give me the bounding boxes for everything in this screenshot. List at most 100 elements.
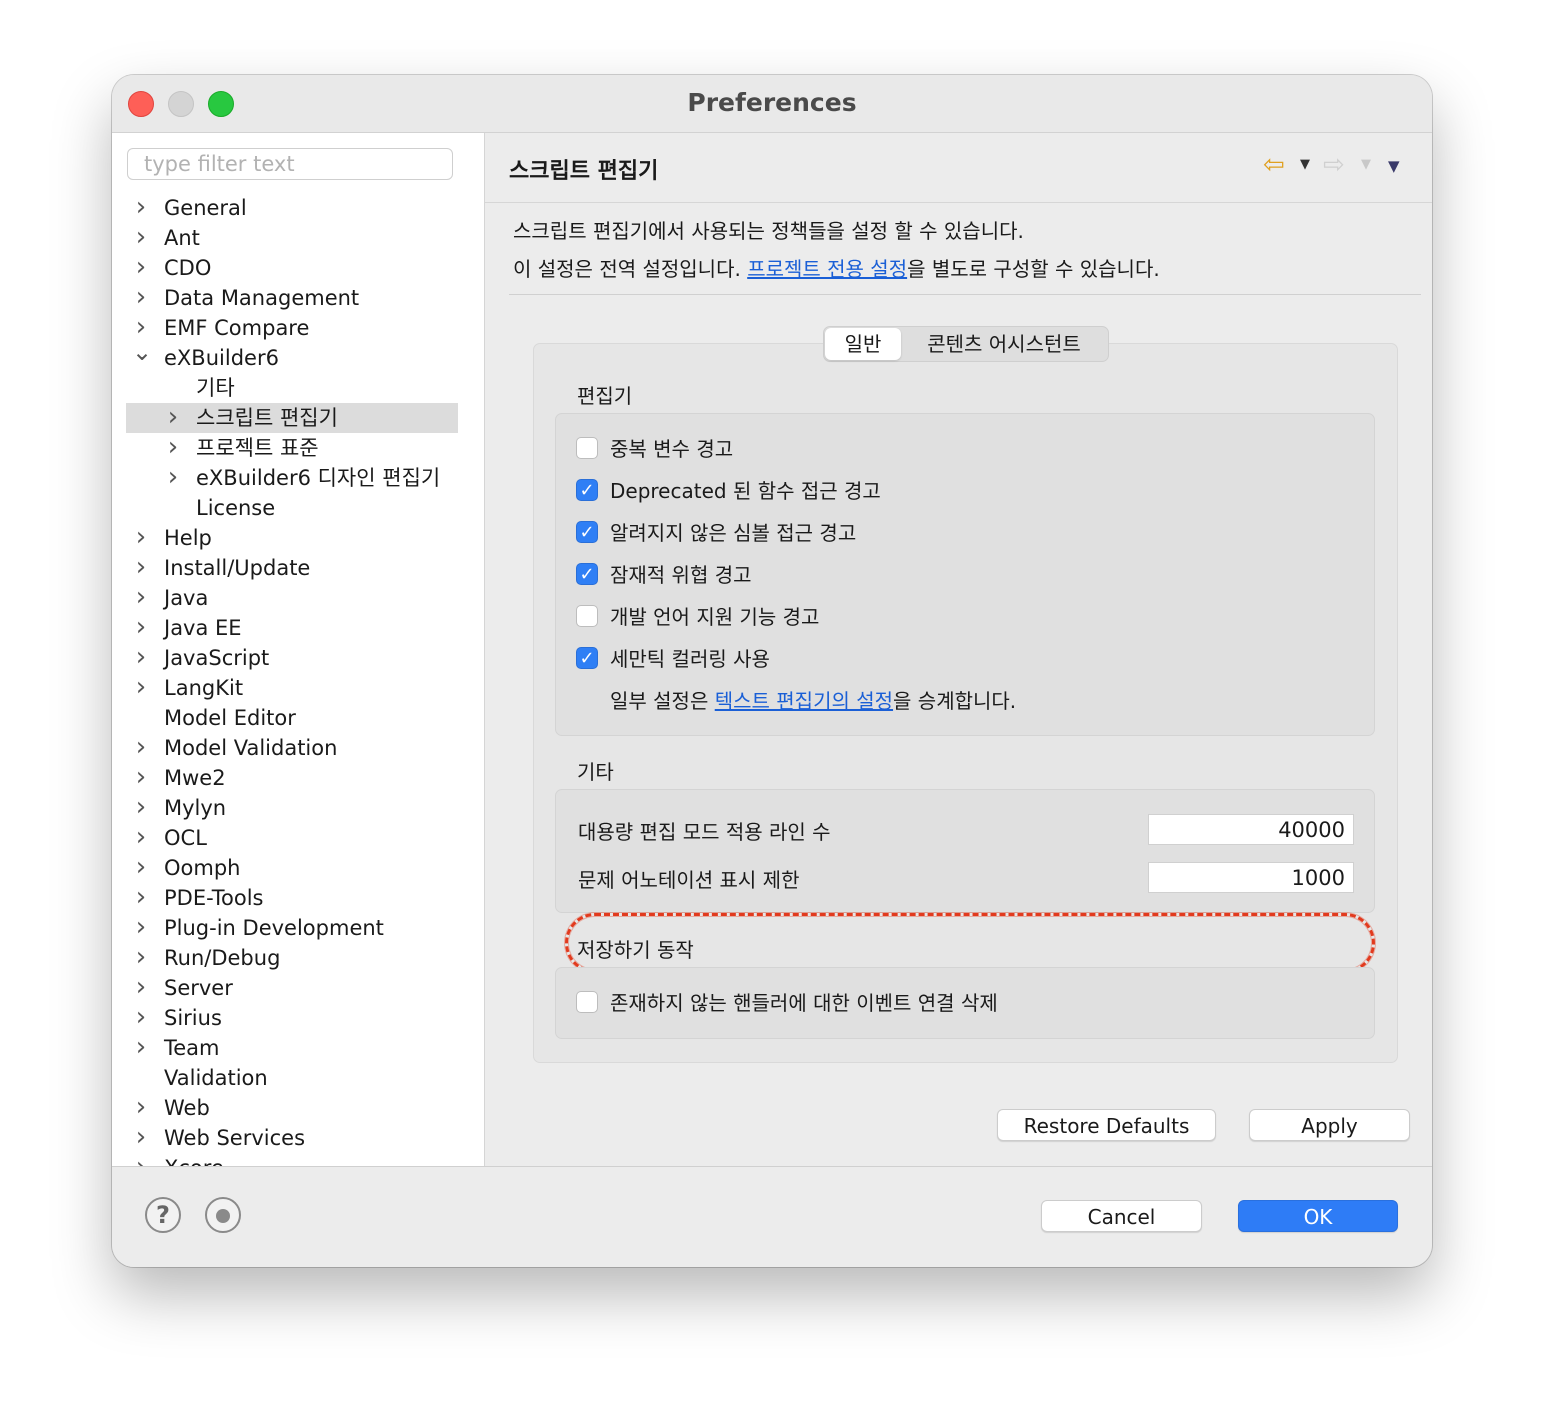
sidebar-item[interactable]: › EMF Compare: [126, 313, 458, 343]
sidebar-item[interactable]: › Sirius: [126, 1003, 458, 1033]
sidebar-item[interactable]: › OCL: [126, 823, 458, 853]
sidebar-item-label: 기타: [196, 376, 235, 400]
chevron-right-icon[interactable]: ›: [164, 433, 182, 463]
checkbox-checked-icon[interactable]: ✓: [576, 647, 598, 669]
sidebar-item[interactable]: › Mylyn: [126, 793, 458, 823]
checkbox-checked-icon[interactable]: ✓: [576, 479, 598, 501]
apply-button[interactable]: Apply: [1249, 1109, 1410, 1141]
sidebar-item[interactable]: › Java: [126, 583, 458, 613]
chevron-right-icon[interactable]: ›: [132, 913, 150, 943]
chevron-right-icon[interactable]: ›: [132, 583, 150, 613]
chevron-right-icon[interactable]: ›: [132, 1033, 150, 1063]
chevron-down-icon[interactable]: ▼: [1361, 157, 1371, 172]
sidebar-item[interactable]: › Server: [126, 973, 458, 1003]
chevron-right-icon[interactable]: ›: [132, 763, 150, 793]
sidebar-item[interactable]: › Run/Debug: [126, 943, 458, 973]
page-scope-note: 이 설정은 전역 설정입니다. 프로젝트 전용 설정을 별도로 구성할 수 있습…: [513, 253, 1160, 282]
other-section-title: 기타: [577, 760, 614, 784]
sidebar-item-label: 스크립트 편집기: [196, 406, 338, 430]
help-icon[interactable]: ?: [145, 1197, 181, 1233]
chevron-right-icon[interactable]: ›: [132, 283, 150, 313]
text-editor-settings-link[interactable]: 텍스트 편집기의 설정: [715, 689, 893, 713]
sidebar-item[interactable]: › Mwe2: [126, 763, 458, 793]
sidebar-item[interactable]: › 프로젝트 표준: [126, 433, 458, 463]
sidebar-item[interactable]: › General: [126, 193, 458, 223]
chevron-right-icon[interactable]: ›: [132, 673, 150, 703]
chevron-down-icon[interactable]: ⌄: [132, 340, 152, 373]
large-edit-line-count-input[interactable]: [1148, 814, 1354, 845]
sidebar-item-label: Model Validation: [164, 736, 338, 760]
checkbox-unchecked-icon[interactable]: [576, 437, 598, 459]
sidebar-item[interactable]: 기타: [126, 373, 458, 403]
filter-input[interactable]: [127, 148, 453, 180]
chevron-down-icon[interactable]: ▼: [1300, 157, 1310, 172]
chevron-right-icon[interactable]: ›: [132, 223, 150, 253]
sidebar-item[interactable]: › eXBuilder6 디자인 편집기: [126, 463, 458, 493]
sidebar-item-label: Sirius: [164, 1006, 222, 1030]
chevron-right-icon[interactable]: ›: [132, 613, 150, 643]
chevron-right-icon[interactable]: ›: [164, 463, 182, 493]
chevron-right-icon[interactable]: ›: [132, 1003, 150, 1033]
sidebar-item[interactable]: › Install/Update: [126, 553, 458, 583]
tab-content-assist[interactable]: 콘텐츠 어시스턴트: [906, 327, 1102, 361]
sidebar-item[interactable]: › Xcore: [126, 1153, 458, 1166]
sidebar-item-label: 프로젝트 표준: [196, 436, 319, 460]
chevron-right-icon[interactable]: ›: [132, 643, 150, 673]
chevron-right-icon[interactable]: ›: [132, 943, 150, 973]
sidebar-item[interactable]: › Help: [126, 523, 458, 553]
chevron-right-icon[interactable]: ›: [132, 793, 150, 823]
sidebar-item[interactable]: › Plug-in Development: [126, 913, 458, 943]
chevron-right-icon[interactable]: ›: [132, 553, 150, 583]
sidebar-item-label: Mylyn: [164, 796, 227, 820]
restore-defaults-button[interactable]: Restore Defaults: [997, 1109, 1216, 1141]
sidebar-item[interactable]: License: [126, 493, 458, 523]
sidebar-item-label: EMF Compare: [164, 316, 310, 340]
chevron-right-icon[interactable]: ›: [132, 1093, 150, 1123]
sidebar-item[interactable]: › Web: [126, 1093, 458, 1123]
chevron-right-icon[interactable]: ›: [132, 523, 150, 553]
tab-general[interactable]: 일반: [825, 328, 901, 360]
sidebar-item[interactable]: › PDE-Tools: [126, 883, 458, 913]
sidebar-item-label: General: [164, 196, 247, 220]
page-header: 스크립트 편집기 ⇦ ▼ ⇨ ▼ ▼: [485, 133, 1432, 203]
chevron-right-icon[interactable]: ›: [164, 403, 182, 433]
sidebar-item[interactable]: ⌄ eXBuilder6: [126, 340, 458, 373]
arrow-right-icon[interactable]: ⇨: [1323, 150, 1345, 180]
annotation-limit-input[interactable]: [1148, 862, 1354, 893]
project-settings-link[interactable]: 프로젝트 전용 설정: [747, 257, 907, 281]
sidebar-item[interactable]: › CDO: [126, 253, 458, 283]
chevron-right-icon[interactable]: ›: [132, 733, 150, 763]
preferences-window: Preferences › General › Ant › CDO › Data Manage…: [112, 75, 1432, 1267]
chevron-right-icon[interactable]: ›: [132, 193, 150, 223]
chevron-right-icon[interactable]: ›: [132, 853, 150, 883]
record-icon[interactable]: [205, 1197, 241, 1233]
sidebar-item[interactable]: › Web Services: [126, 1123, 458, 1153]
sidebar-item[interactable]: › Oomph: [126, 853, 458, 883]
sidebar-item-label: Java: [164, 586, 209, 610]
chevron-right-icon[interactable]: ›: [132, 883, 150, 913]
sidebar-item[interactable]: Validation: [126, 1063, 458, 1093]
scope-note-prefix: 이 설정은 전역 설정입니다.: [513, 257, 748, 281]
sidebar-item[interactable]: › 스크립트 편집기: [126, 403, 458, 433]
chevron-right-icon[interactable]: ›: [132, 973, 150, 1003]
arrow-left-icon[interactable]: ⇦: [1263, 150, 1285, 180]
sidebar-item[interactable]: › LangKit: [126, 673, 458, 703]
chevron-right-icon[interactable]: ›: [132, 253, 150, 283]
sidebar-item[interactable]: › Java EE: [126, 613, 458, 643]
chevron-right-icon[interactable]: ›: [132, 1123, 150, 1153]
sidebar-item[interactable]: › Ant: [126, 223, 458, 253]
checkbox-checked-icon[interactable]: ✓: [576, 563, 598, 585]
checkbox-checked-icon[interactable]: ✓: [576, 521, 598, 543]
checkbox-unchecked-icon[interactable]: [576, 605, 598, 627]
sidebar-item[interactable]: › Team: [126, 1033, 458, 1063]
sidebar-item[interactable]: › Data Management: [126, 283, 458, 313]
sidebar-item[interactable]: › Model Validation: [126, 733, 458, 763]
chevron-right-icon[interactable]: ›: [132, 823, 150, 853]
cancel-button[interactable]: Cancel: [1041, 1200, 1202, 1232]
sidebar-item[interactable]: › JavaScript: [126, 643, 458, 673]
triangle-down-icon[interactable]: ▼: [1388, 157, 1400, 175]
chevron-right-icon[interactable]: ›: [132, 1153, 150, 1166]
checkbox-unchecked-icon[interactable]: [576, 991, 598, 1013]
sidebar-item[interactable]: Model Editor: [126, 703, 458, 733]
ok-button[interactable]: OK: [1238, 1200, 1398, 1232]
